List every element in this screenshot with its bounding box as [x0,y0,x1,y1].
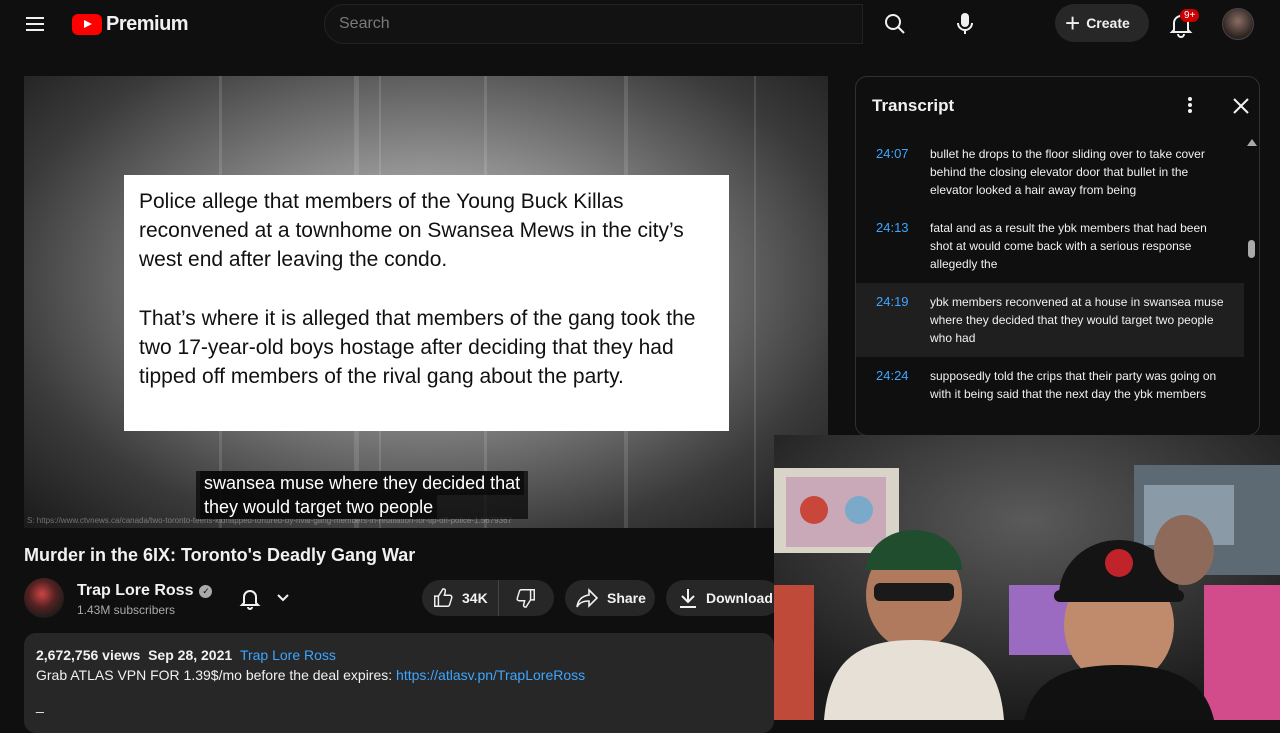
channel-avatar[interactable] [24,578,64,618]
description-meta: 2,672,756 views Sep 28, 2021 Trap Lore R… [36,647,762,663]
transcript-list: 24:07 bullet he drops to the floor slidi… [856,135,1259,413]
film-streak [754,76,756,528]
transcript-scrollbar[interactable] [1248,240,1255,258]
voice-search-button[interactable] [945,4,985,44]
chevron-down-icon [277,594,289,602]
mic-icon [957,13,973,34]
search-field[interactable] [324,4,863,44]
download-button[interactable]: Download [666,580,781,616]
news-excerpt-card: Police allege that members of the Young … [124,175,729,431]
thumbs-up-icon [434,588,453,607]
promo-text: Grab ATLAS VPN FOR 1.39$/mo before the d… [36,667,397,683]
news-paragraph: That’s where it is alleged that members … [139,307,696,388]
menu-icon[interactable] [24,12,48,36]
logo-text: Premium [106,12,189,35]
news-paragraph: Police allege that members of the Young … [139,190,684,271]
account-avatar[interactable] [1222,8,1254,40]
segment-timestamp[interactable]: 24:13 [876,219,930,273]
download-icon [680,589,696,608]
transcript-panel: Transcript 24:07 bullet he drops to the … [855,76,1260,436]
transcript-segment[interactable]: 24:24 supposedly told the crips that the… [856,357,1244,413]
download-label: Download [706,590,773,606]
like-button[interactable]: 34K [422,580,498,616]
video-title: Murder in the 6IX: Toronto's Deadly Gang… [24,545,416,565]
search-input[interactable] [339,15,862,33]
search-button[interactable] [863,4,927,44]
segment-text: ybk members reconvened at a house in swa… [930,295,1224,345]
bell-icon [239,590,261,610]
channel-name-row[interactable]: Trap Lore Ross ✓ [77,582,213,600]
create-label: Create [1086,15,1130,31]
view-count: 2,672,756 views [36,647,141,663]
segment-text: supposedly told the crips that their par… [930,369,1217,401]
plus-icon: + [1065,8,1081,38]
webcam-scene-image [774,435,1280,720]
segment-text: bullet he drops to the floor sliding ove… [930,147,1205,197]
segment-timestamp[interactable]: 24:19 [876,293,930,347]
top-bar: Premium + Create 9+ [0,0,1280,48]
segment-timestamp[interactable]: 24:07 [876,145,930,199]
transcript-segment[interactable]: 24:07 bullet he drops to the floor slidi… [856,135,1244,209]
transcript-segment[interactable]: 24:13 fatal and as a result the ybk memb… [856,209,1244,283]
segment-text: fatal and as a result the ybk members th… [930,221,1207,271]
segment-timestamp[interactable]: 24:24 [876,367,930,403]
youtube-logo-icon [72,13,102,35]
search-icon [885,14,905,34]
upload-date: Sep 28, 2021 [148,647,233,663]
share-button[interactable]: Share [565,580,655,616]
webcam-overlay [774,435,1280,720]
verified-icon: ✓ [199,584,213,598]
create-button[interactable]: + Create [1055,4,1149,42]
description-promo: Grab ATLAS VPN FOR 1.39$/mo before the d… [36,667,762,683]
scroll-up-icon[interactable] [1247,139,1257,146]
close-icon[interactable] [1229,94,1253,118]
channel-name[interactable]: Trap Lore Ross [77,582,193,600]
caption-line: they would target two people [200,495,438,519]
transcript-title: Transcript [872,96,955,115]
like-count: 34K [462,590,488,606]
subscribed-notifications-button[interactable] [230,580,300,616]
youtube-premium-logo[interactable]: Premium [72,12,189,36]
dislike-button[interactable] [498,580,554,616]
subscriber-count: 1.43M subscribers [77,603,176,617]
share-label: Share [607,590,646,606]
closed-captions: swansea muse where they decided that the… [196,471,529,519]
notification-badge: 9+ [1180,9,1200,22]
video-player[interactable]: Police allege that members of the Young … [24,76,828,528]
channel-link[interactable]: Trap Lore Ross [240,647,336,663]
share-icon [576,588,599,608]
promo-link[interactable]: https://atlasv.pn/TrapLoreRoss [396,667,585,683]
description-trailing: _ [36,697,44,713]
transcript-header: Transcript [856,77,1259,135]
more-vert-icon[interactable] [1182,95,1198,117]
thumbs-down-icon [516,589,535,608]
description-box[interactable]: 2,672,756 views Sep 28, 2021 Trap Lore R… [24,633,774,733]
transcript-segment-active[interactable]: 24:19 ybk members reconvened at a house … [856,283,1244,357]
caption-line: swansea muse where they decided that [200,471,525,495]
